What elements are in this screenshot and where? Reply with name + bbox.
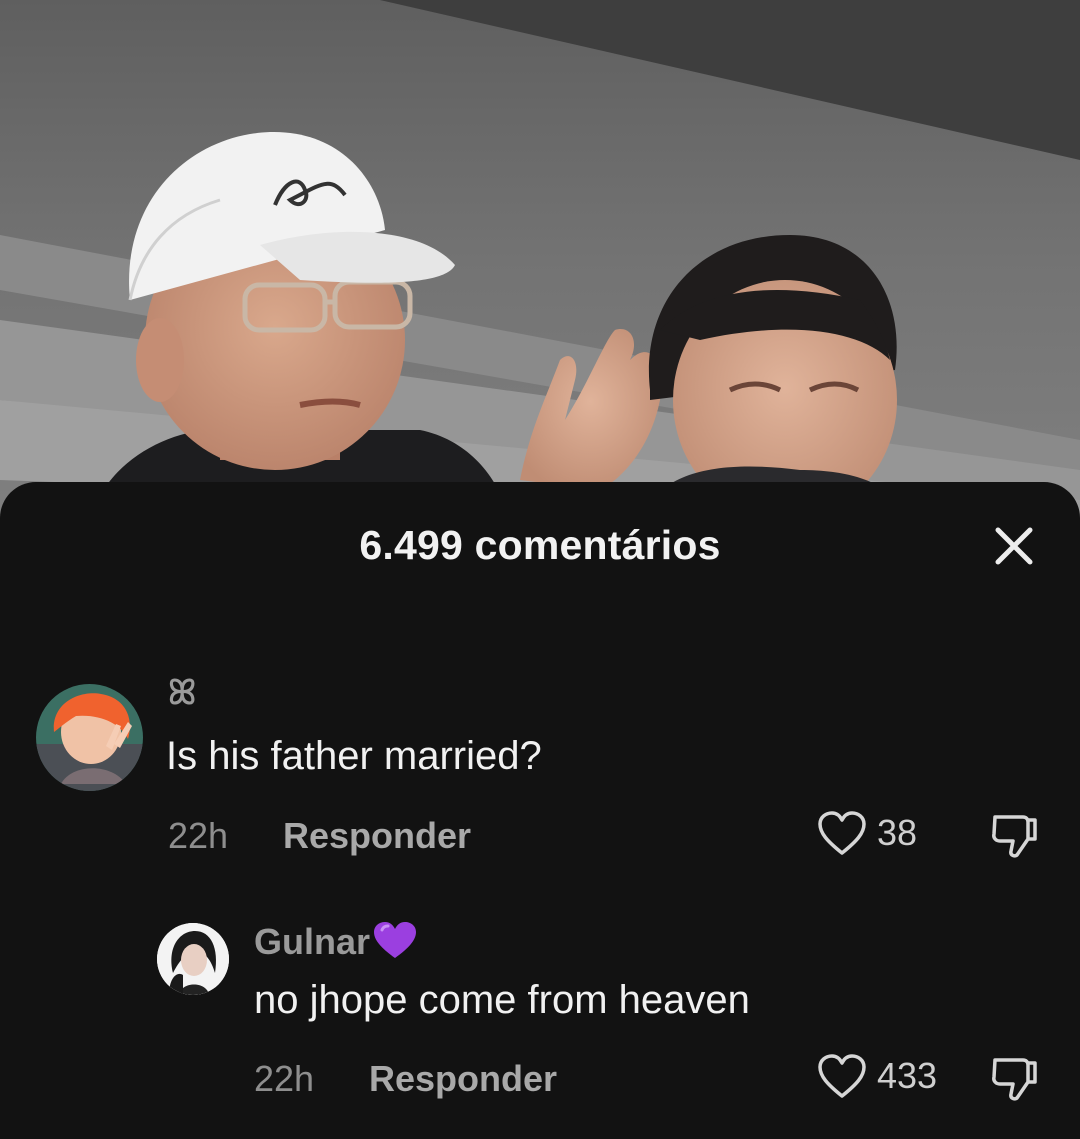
- like-button[interactable]: 38: [817, 810, 917, 856]
- video-background[interactable]: [0, 0, 1080, 520]
- comment-text: no jhope come from heaven: [254, 978, 750, 1022]
- comments-sheet: 6.499 comentários ꕤ Is his father marrie…: [0, 482, 1080, 1139]
- comment-username[interactable]: ꕤ: [168, 674, 196, 713]
- like-count: 38: [877, 812, 918, 853]
- like-button[interactable]: 433: [817, 1053, 937, 1099]
- reply-button[interactable]: Responder: [283, 815, 471, 857]
- comments-count-title: 6.499 comentários: [359, 522, 721, 568]
- thumbs-down-icon: [992, 815, 1037, 858]
- avatar[interactable]: [157, 923, 229, 995]
- reply-button[interactable]: Responder: [369, 1058, 557, 1100]
- close-icon: [995, 527, 1033, 565]
- dislike-button[interactable]: [986, 808, 1042, 864]
- purple-heart-icon: [374, 922, 417, 958]
- comment-text: Is his father married?: [166, 734, 542, 778]
- comment-username-text: Gulnar: [254, 921, 371, 962]
- heart-outline-icon: [818, 1054, 866, 1098]
- video-frame-image: [0, 0, 1080, 520]
- thumbs-down-icon: [992, 1058, 1037, 1101]
- avatar[interactable]: [36, 684, 143, 791]
- comment-timestamp: 22h: [254, 1058, 315, 1099]
- heart-outline-icon: [818, 811, 866, 855]
- like-count: 433: [877, 1055, 938, 1096]
- dislike-button[interactable]: [986, 1051, 1042, 1107]
- comment-timestamp: 22h: [168, 815, 229, 856]
- close-button[interactable]: [982, 514, 1046, 578]
- comment-username[interactable]: Gulnar: [254, 920, 418, 963]
